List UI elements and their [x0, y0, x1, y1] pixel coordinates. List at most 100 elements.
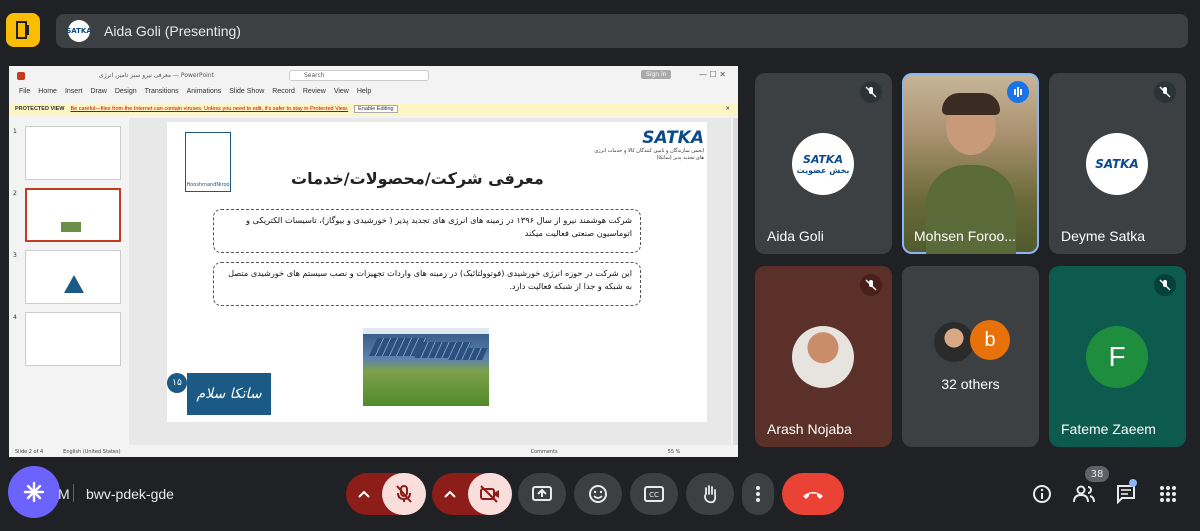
- thumb-solar-image: [61, 222, 81, 232]
- menu-slide-show[interactable]: Slide Show: [229, 88, 264, 100]
- participant-name: Mohsen Foroo...: [914, 228, 1016, 244]
- thumb-number: 3: [13, 252, 17, 259]
- participant-tile-others[interactable]: b 32 others: [902, 266, 1039, 447]
- slide-thumb-1[interactable]: [25, 126, 121, 180]
- participant-tile-arash[interactable]: Arash Nojaba: [755, 266, 892, 447]
- raise-hand-button[interactable]: [686, 473, 734, 515]
- ppt-window-title: معرفی نیرو سبز تامین انرژی — PowerPoint: [99, 72, 214, 79]
- menu-record[interactable]: Record: [272, 88, 295, 100]
- end-call-button[interactable]: [782, 473, 844, 515]
- captions-icon: CC: [644, 486, 664, 502]
- slide-paragraph-2: این شرکت در حوزه انرژی خورشیدی (فوتوولتا…: [213, 262, 641, 306]
- protected-view-message: Be careful—files from the Internet can c…: [70, 106, 349, 112]
- companion-button[interactable]: [8, 466, 60, 518]
- menu-review[interactable]: Review: [303, 88, 326, 100]
- chat-notification-dot: [1129, 479, 1137, 487]
- camera-toggle-button[interactable]: [468, 473, 512, 515]
- ppt-sign-in-button[interactable]: Sign in: [641, 70, 672, 79]
- other-avatar-letter: b: [970, 320, 1010, 360]
- mic-options-button[interactable]: [354, 484, 374, 504]
- avatar-logo-text: SATKA: [1095, 157, 1139, 171]
- menu-help[interactable]: Help: [357, 88, 371, 100]
- protected-view-label: PROTECTED VIEW: [15, 106, 65, 112]
- people-count-badge: 38: [1085, 466, 1109, 482]
- people-icon: [1073, 485, 1095, 503]
- presenting-bar[interactable]: SATKA Aida Goli (Presenting): [56, 14, 1188, 48]
- satka-avatar: SATKA: [1086, 133, 1148, 195]
- close-icon[interactable]: ✕: [725, 106, 730, 112]
- fateme-avatar: F: [1086, 326, 1148, 388]
- ppt-search-placeholder: Search: [304, 72, 325, 79]
- avatar-logo-subtext: بخش عضویت: [796, 166, 850, 175]
- menu-file[interactable]: File: [19, 88, 30, 100]
- chevron-up-icon: [444, 490, 456, 498]
- camera-options-button[interactable]: [440, 484, 460, 504]
- thumb-number: 4: [13, 314, 17, 321]
- thumb-number: 1: [13, 128, 17, 135]
- chevron-up-icon: [358, 490, 370, 498]
- menu-home[interactable]: Home: [38, 88, 57, 100]
- window-controls-icon[interactable]: — ☐ ✕: [699, 70, 726, 79]
- door-icon: [16, 21, 29, 39]
- mic-off-icon: [860, 81, 882, 103]
- participant-name: Arash Nojaba: [767, 421, 852, 437]
- participant-tile-mohsen[interactable]: Mohsen Foroo...: [902, 73, 1039, 254]
- menu-insert[interactable]: Insert: [65, 88, 83, 100]
- participant-tile-aida[interactable]: SATKA بخش عضویت Aida Goli: [755, 73, 892, 254]
- slide-thumb-3[interactable]: [25, 250, 121, 304]
- app-launcher-button[interactable]: [6, 13, 40, 47]
- mic-off-icon: [1154, 274, 1176, 296]
- emoji-icon: [589, 485, 607, 503]
- hooshmand-logo: HooshmandNiroo: [185, 132, 231, 192]
- captions-button[interactable]: CC: [630, 473, 678, 515]
- participant-hair: [942, 93, 1000, 115]
- participant-tile-deyme[interactable]: SATKA Deyme Satka: [1049, 73, 1186, 254]
- activities-button[interactable]: [1156, 482, 1180, 506]
- shared-screen: معرفی نیرو سبز تامین انرژی — PowerPoint …: [9, 66, 738, 457]
- participant-name: Aida Goli: [767, 228, 824, 244]
- presenter-avatar: SATKA: [66, 20, 92, 42]
- menu-transitions[interactable]: Transitions: [145, 88, 179, 100]
- others-count-label: 32 others: [941, 376, 1000, 392]
- mic-toggle-button[interactable]: [382, 473, 426, 515]
- chat-icon: [1117, 485, 1135, 504]
- menu-animations[interactable]: Animations: [187, 88, 222, 100]
- slide-paragraph-1: شرکت هوشمند نیرو از سال ۱۳۹۶ در زمینه ها…: [213, 209, 641, 253]
- speaking-indicator-icon: [1007, 81, 1029, 103]
- menu-draw[interactable]: Draw: [90, 88, 106, 100]
- camera-off-icon: [480, 485, 499, 503]
- arash-avatar: [792, 326, 854, 388]
- slide-scrollbar[interactable]: [733, 118, 738, 445]
- slide-thumbnails: 1 2 3 4: [9, 118, 129, 445]
- meeting-code: bwv-pdek-gde: [86, 486, 174, 502]
- slide-thumb-4[interactable]: [25, 312, 121, 366]
- status-zoom[interactable]: 55 %: [668, 449, 681, 455]
- slide-title: معرفی شرکت/محصولات/خدمات: [291, 169, 544, 188]
- info-icon: [1033, 485, 1051, 503]
- meeting-details-button[interactable]: [1030, 482, 1054, 506]
- satka-slide-logo: SATKA انجمن سازندگان و تامین کنندگان کال…: [594, 128, 704, 174]
- separator: [73, 484, 74, 502]
- participant-name: Fateme Zaeem: [1061, 421, 1156, 437]
- menu-view[interactable]: View: [334, 88, 349, 100]
- ppt-titlebar: معرفی نیرو سبز تامین انرژی — PowerPoint …: [9, 66, 738, 86]
- menu-design[interactable]: Design: [115, 88, 137, 100]
- enable-editing-button[interactable]: Enable Editing: [354, 105, 398, 113]
- mic-off-icon: [1154, 81, 1176, 103]
- thumb-number: 2: [13, 190, 17, 197]
- people-button[interactable]: [1072, 482, 1096, 506]
- satka-logo-subtext: انجمن سازندگان و تامین کنندگان کالا و خد…: [594, 148, 704, 161]
- ppt-search-box[interactable]: Search: [289, 70, 429, 81]
- more-options-button[interactable]: [742, 473, 774, 515]
- present-screen-button[interactable]: [518, 473, 566, 515]
- satka-logo-text: SATKA: [642, 128, 704, 148]
- hooshmand-logo-text: HooshmandNiroo: [186, 182, 230, 188]
- ppt-menubar: File Home Insert Draw Design Transitions…: [9, 88, 738, 100]
- protected-view-bar: PROTECTED VIEW Be careful—files from the…: [9, 103, 738, 115]
- slide-thumb-2[interactable]: [25, 188, 121, 242]
- sparkle-icon: [23, 481, 45, 503]
- status-comments[interactable]: Comments: [531, 449, 558, 455]
- reactions-button[interactable]: [574, 473, 622, 515]
- hand-icon: [704, 485, 717, 504]
- participant-tile-fateme[interactable]: F Fateme Zaeem: [1049, 266, 1186, 447]
